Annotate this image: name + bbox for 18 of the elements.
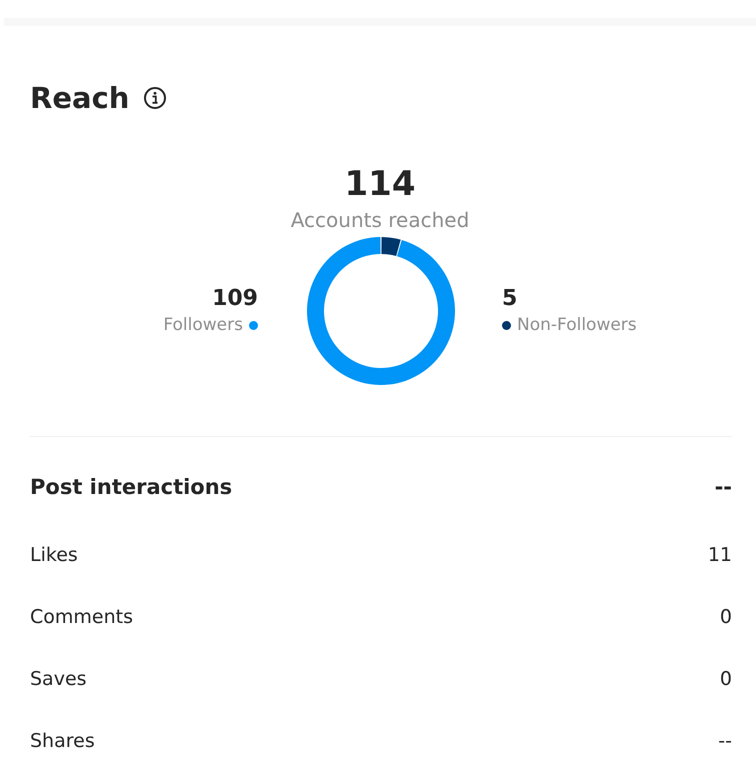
total-label: Accounts reached [290, 207, 470, 233]
metric-label: Comments [30, 606, 133, 628]
total-value: -- [714, 474, 732, 501]
legend-label: Followers [163, 314, 243, 337]
legend-label: Non-Followers [517, 314, 637, 337]
metric-value: 0 [720, 606, 732, 628]
metric-label: Saves [30, 668, 87, 690]
section-title: Post interactions [30, 474, 232, 501]
info-icon[interactable] [143, 86, 168, 110]
legend-value: 5 [502, 285, 518, 313]
metric-value: -- [718, 730, 732, 752]
total-count: 114 [344, 164, 416, 204]
metric-value: 11 [708, 544, 732, 566]
metric-value: 0 [720, 668, 732, 690]
metric-label: Shares [30, 730, 95, 752]
section-title: Reach [30, 81, 130, 115]
metric-label: Likes [30, 544, 78, 566]
legend-value: 109 [212, 285, 258, 313]
